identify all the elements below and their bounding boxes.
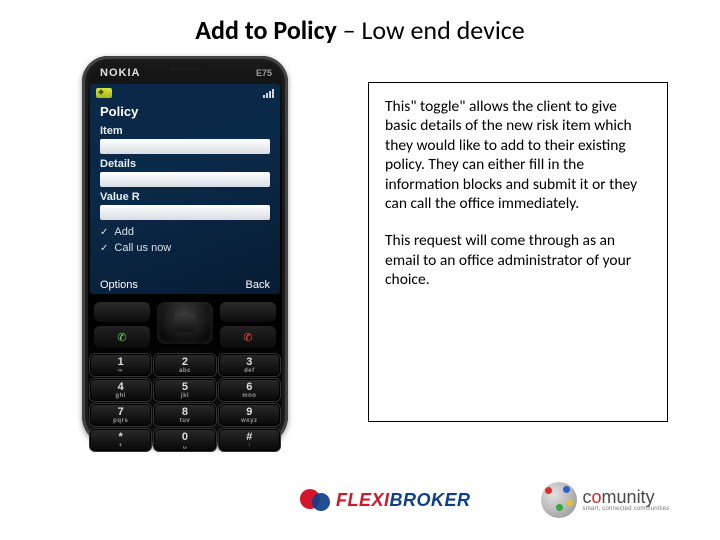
field-label-item: Item <box>100 125 270 137</box>
key-2[interactable]: 2abc <box>154 354 215 376</box>
comunity-logo: comunity smart, connected communities <box>541 482 670 518</box>
menu-call-label: Call us now <box>114 242 171 254</box>
status-bar <box>90 84 280 102</box>
item-input[interactable] <box>100 139 270 154</box>
title-bold: Add to Policy <box>195 14 337 46</box>
key-5[interactable]: 5jkl <box>154 379 215 401</box>
dpad[interactable] <box>155 300 215 346</box>
details-input[interactable] <box>100 172 270 187</box>
field-details: Details <box>90 158 280 191</box>
key-4[interactable]: 4ghi <box>90 379 151 401</box>
flexi-text-2: BROKER <box>390 490 471 510</box>
screen-title: Policy <box>90 102 280 125</box>
key-6[interactable]: 6mno <box>219 379 280 401</box>
nav-cluster: ✆ ✆ <box>90 300 280 348</box>
key-9[interactable]: 9wxyz <box>219 404 280 426</box>
field-label-details: Details <box>100 158 270 170</box>
phone-model: E75 <box>256 69 272 78</box>
flexibroker-logo: FLEXIBROKER <box>300 485 471 515</box>
comunity-mark-icon <box>541 482 577 518</box>
key-star[interactable]: *+ <box>90 429 151 451</box>
key-1[interactable]: 1∞ <box>90 354 151 376</box>
phone-icon: ✆ <box>117 331 126 344</box>
phone-brand: NOKIA <box>100 68 140 79</box>
phone-screen: Policy Item Details Value R ✓ Add ✓ Call… <box>90 84 280 294</box>
menu-call-us[interactable]: ✓ Call us now <box>90 240 280 256</box>
field-item: Item <box>90 125 280 158</box>
logo-row: FLEXIBROKER comunity smart, connected co… <box>300 482 670 518</box>
softkey-back[interactable]: Back <box>246 279 270 291</box>
key-8[interactable]: 8tuv <box>154 404 215 426</box>
explanation-box: This" toggle" allows the client to give … <box>368 82 668 422</box>
check-icon: ✓ <box>100 243 108 254</box>
field-label-value: Value R <box>100 191 270 203</box>
phone-device: NOKIA E75 Policy Item Details Value R ✓ … <box>82 56 288 446</box>
explanation-p2: This request will come through as an ema… <box>385 231 651 289</box>
key-hash[interactable]: #↑ <box>219 429 280 451</box>
flexibroker-mark-icon <box>300 485 330 515</box>
right-softkey-button[interactable] <box>220 302 276 322</box>
page-title: Add to Policy – Low end device <box>0 0 720 46</box>
key-7[interactable]: 7pqrs <box>90 404 151 426</box>
battery-icon <box>96 88 112 98</box>
flexi-text-1: FLEXI <box>336 490 390 510</box>
call-button[interactable]: ✆ <box>94 326 150 348</box>
softkey-options[interactable]: Options <box>100 279 138 291</box>
key-0[interactable]: 0␣ <box>154 429 215 451</box>
speaker-slot <box>168 67 202 71</box>
phone-icon: ✆ <box>243 331 252 344</box>
softkey-bar: Options Back <box>90 279 280 291</box>
key-3[interactable]: 3def <box>219 354 280 376</box>
check-icon: ✓ <box>100 227 108 238</box>
keypad: 1∞ 2abc 3def 4ghi 5jkl 6mno 7pqrs 8tuv 9… <box>90 354 280 451</box>
end-button[interactable]: ✆ <box>220 326 276 348</box>
menu-add-label: Add <box>114 226 134 238</box>
signal-icon <box>263 88 274 98</box>
field-value: Value R <box>90 191 280 224</box>
phone-earpiece: NOKIA E75 <box>90 64 280 78</box>
comunity-tagline: smart, connected communities <box>583 506 670 512</box>
value-input[interactable] <box>100 205 270 220</box>
comunity-name: comunity <box>583 488 670 506</box>
explanation-p1: This" toggle" allows the client to give … <box>385 97 651 213</box>
left-softkey-button[interactable] <box>94 302 150 322</box>
menu-add[interactable]: ✓ Add <box>90 224 280 240</box>
title-rest: – Low end device <box>337 14 525 46</box>
